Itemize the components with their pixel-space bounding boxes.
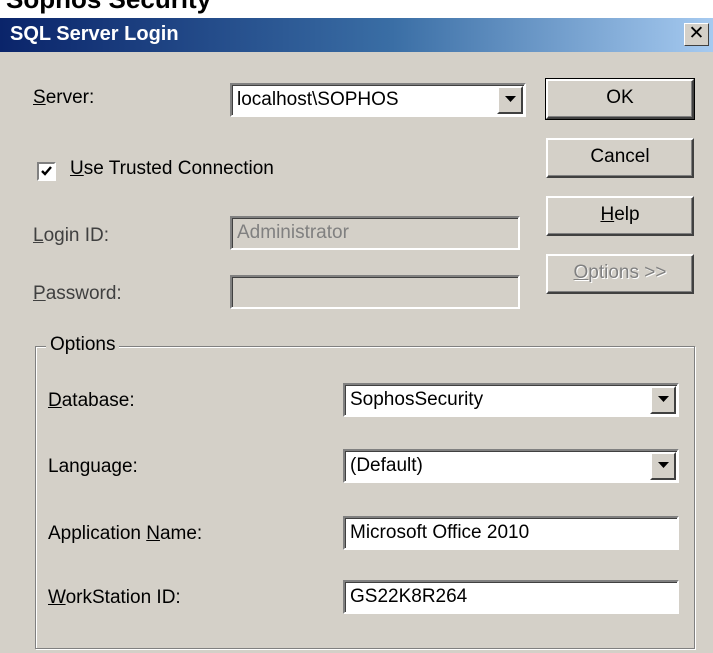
- workstation-id-accel: W: [48, 587, 66, 608]
- password-rest: assword:: [45, 283, 122, 304]
- login-id-rest: ogin ID:: [43, 225, 110, 246]
- server-label-accel: S: [33, 87, 46, 108]
- login-id-field[interactable]: Administrator: [230, 216, 520, 250]
- workstation-id-field[interactable]: GS22K8R264: [343, 580, 679, 614]
- application-name-accel: N: [146, 523, 160, 544]
- close-button[interactable]: ✕: [684, 23, 709, 46]
- workstation-id-label: WorkStation ID:: [48, 587, 181, 609]
- password-label: Password:: [33, 283, 122, 305]
- help-button[interactable]: Help: [546, 196, 694, 236]
- dialog-title: SQL Server Login: [10, 23, 179, 45]
- language-accel: g: [79, 456, 91, 477]
- trusted-connection-accel: U: [70, 158, 84, 179]
- server-label-rest: erver:: [45, 87, 95, 108]
- chevron-down-icon: [658, 396, 669, 402]
- application-name-field[interactable]: Microsoft Office 2010: [343, 516, 679, 550]
- server-combobox[interactable]: localhost\SOPHOS: [230, 83, 526, 117]
- application-name-pre: Application: [48, 523, 147, 544]
- options-accel: O: [573, 262, 589, 283]
- trusted-connection-label[interactable]: Use Trusted Connection: [70, 158, 274, 180]
- options-button[interactable]: Options >>: [546, 254, 694, 294]
- close-icon: ✕: [688, 23, 705, 44]
- chevron-down-icon: [658, 462, 669, 468]
- database-value: SophosSecurity: [350, 389, 484, 410]
- options-rest: ptions >>: [588, 262, 667, 283]
- language-dropdown-button[interactable]: [650, 452, 676, 480]
- ok-button[interactable]: OK: [545, 78, 695, 120]
- password-field[interactable]: [230, 275, 520, 309]
- cancel-button[interactable]: Cancel: [546, 138, 694, 178]
- password-accel: P: [33, 283, 46, 304]
- database-label: Database:: [48, 390, 135, 412]
- login-id-accel: L: [33, 225, 44, 246]
- trusted-connection-checkbox[interactable]: [37, 162, 56, 181]
- workstation-id-rest: orkStation ID:: [65, 587, 181, 608]
- chevron-down-icon: [505, 96, 516, 102]
- server-dropdown-button[interactable]: [497, 86, 523, 114]
- server-label: Server:: [33, 87, 94, 109]
- background-caption: Sophos Security: [6, 0, 211, 15]
- options-legend: Options: [46, 334, 120, 356]
- help-accel: H: [600, 204, 615, 225]
- title-bar[interactable]: SQL Server Login ✕: [0, 18, 713, 52]
- language-combobox[interactable]: (Default): [343, 449, 679, 483]
- checkmark-icon: [41, 166, 52, 176]
- server-value: localhost\SOPHOS: [237, 89, 399, 110]
- language-pre: Lan: [48, 456, 80, 477]
- language-label: Language:: [48, 456, 138, 478]
- background-window-strip: Sophos Security: [0, 0, 713, 18]
- database-accel: D: [48, 390, 62, 411]
- sql-server-login-dialog: SQL Server Login ✕ Server: localhost\SOP…: [0, 18, 713, 653]
- database-dropdown-button[interactable]: [650, 386, 676, 414]
- help-rest: elp: [614, 204, 640, 225]
- application-name-label: Application Name:: [48, 523, 202, 545]
- language-value: (Default): [350, 455, 423, 476]
- login-id-label: Login ID:: [33, 225, 109, 247]
- language-rest: uage:: [90, 456, 138, 477]
- trusted-connection-rest: se Trusted Connection: [83, 158, 274, 179]
- application-name-rest: ame:: [159, 523, 203, 544]
- database-combobox[interactable]: SophosSecurity: [343, 383, 679, 417]
- database-rest: atabase:: [61, 390, 135, 411]
